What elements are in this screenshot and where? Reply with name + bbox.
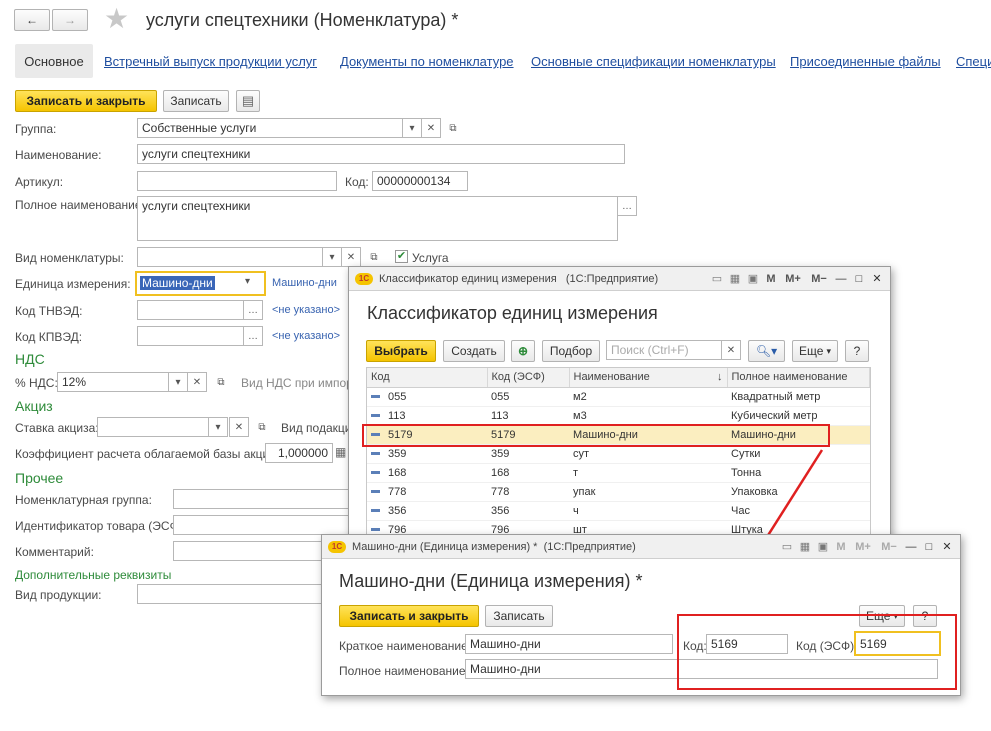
calendar-icon[interactable]: ▣ xyxy=(816,540,830,554)
maximize-icon[interactable]: □ xyxy=(922,540,936,554)
close-icon[interactable]: ✕ xyxy=(940,540,954,554)
memory-m-icon[interactable]: M xyxy=(834,540,848,554)
short-name-label: Краткое наименование: xyxy=(339,639,472,653)
unit-titlebar: 1С Машино-дни (Единица измерения) * (1С:… xyxy=(322,535,960,559)
unit-window-title: Машино-дни (Единица измерения) * (1С:Пре… xyxy=(352,540,636,553)
unit-fullname-label: Полное наименование: xyxy=(339,664,469,678)
code-fields-highlight xyxy=(677,614,957,690)
calculator-icon[interactable]: ▦ xyxy=(798,540,812,554)
unit-save-close-button[interactable]: Записать и закрыть xyxy=(339,605,479,627)
print-icon[interactable]: ▭ xyxy=(780,540,794,554)
unit-heading: Машино-дни (Единица измерения) * xyxy=(339,571,643,591)
memory-mminus-icon[interactable]: M− xyxy=(878,540,900,554)
1c-logo-icon: 1С xyxy=(328,540,346,553)
minimize-icon[interactable]: — xyxy=(904,540,918,554)
memory-mplus-icon[interactable]: M+ xyxy=(852,540,874,554)
unit-save-button[interactable]: Записать xyxy=(485,605,553,627)
short-name-input[interactable]: Машино-дни xyxy=(465,634,673,654)
